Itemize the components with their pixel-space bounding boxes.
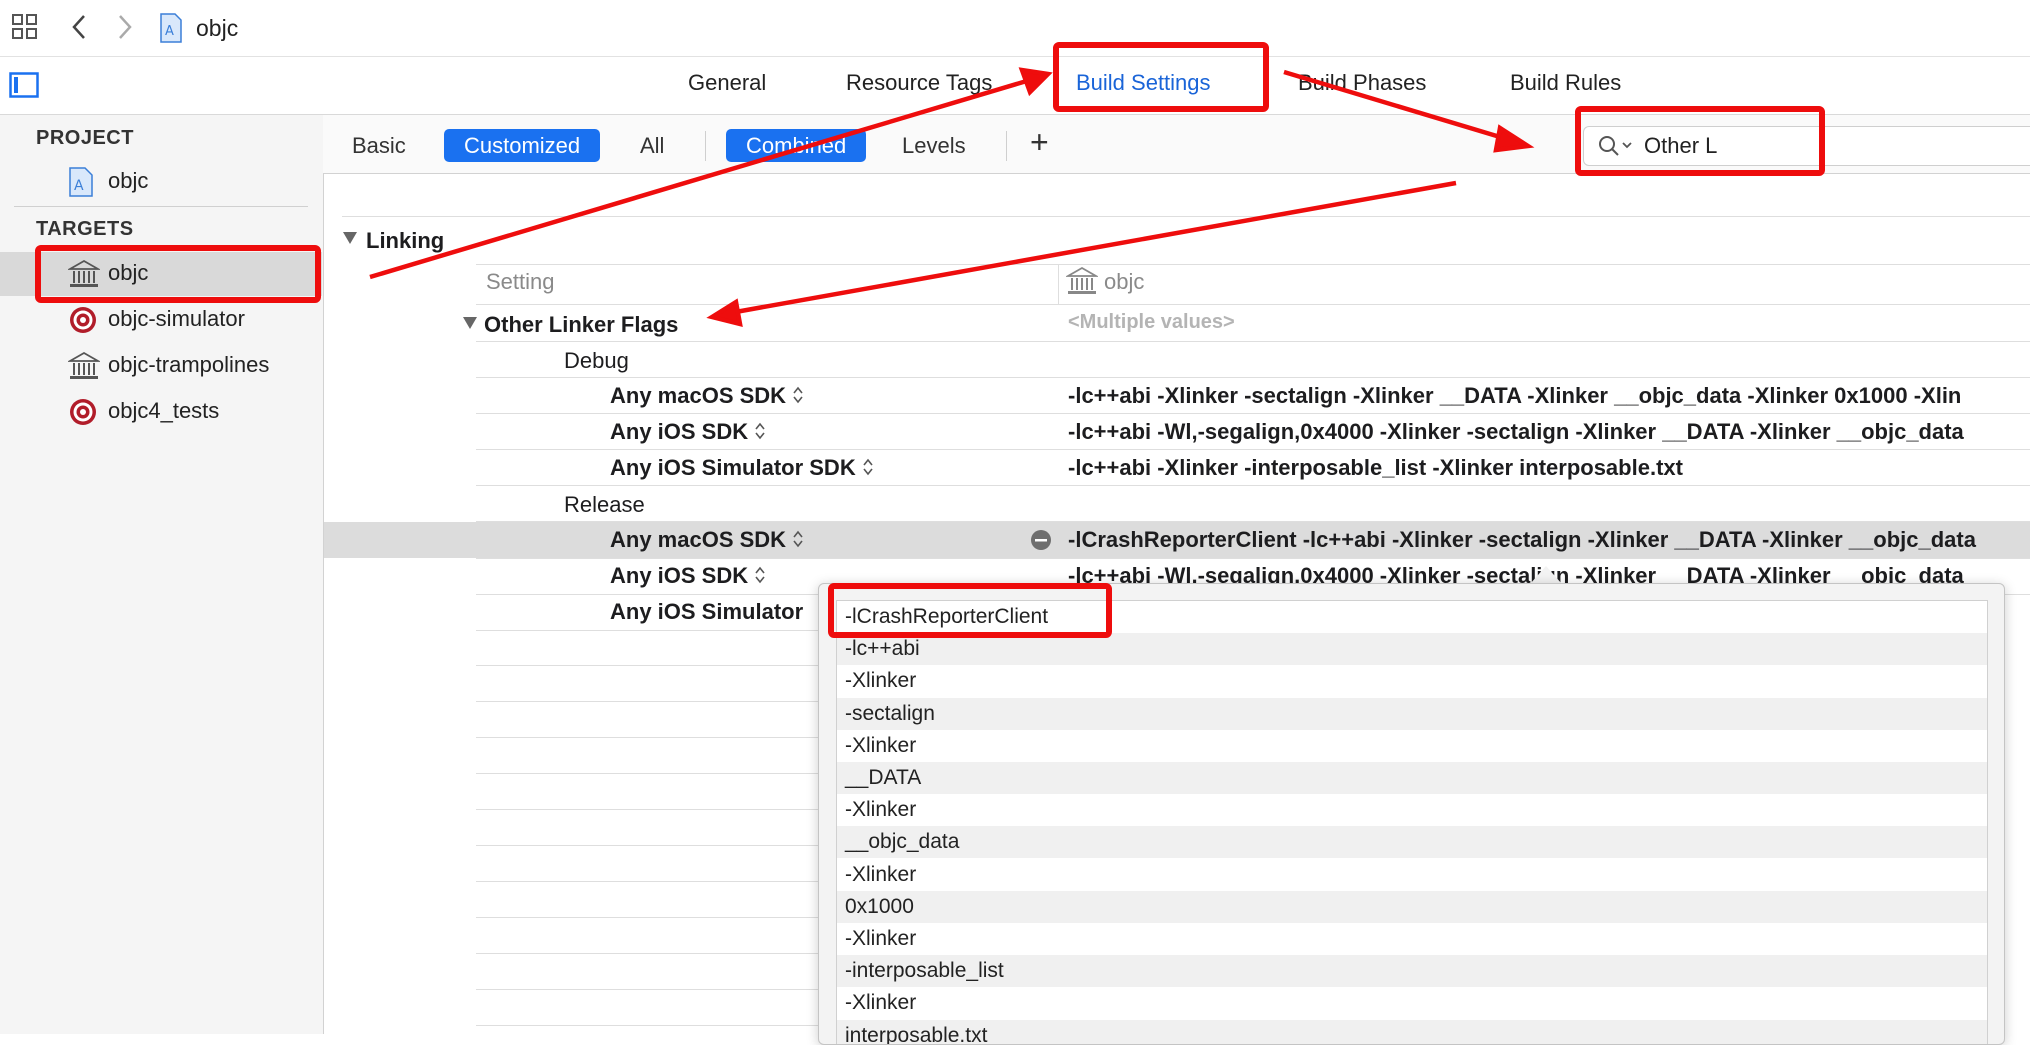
highlight-search-field (1575, 106, 1825, 176)
highlight-build-settings-tab (1053, 42, 1269, 112)
highlight-target-objc (35, 245, 321, 303)
highlight-first-flag (828, 583, 1112, 638)
